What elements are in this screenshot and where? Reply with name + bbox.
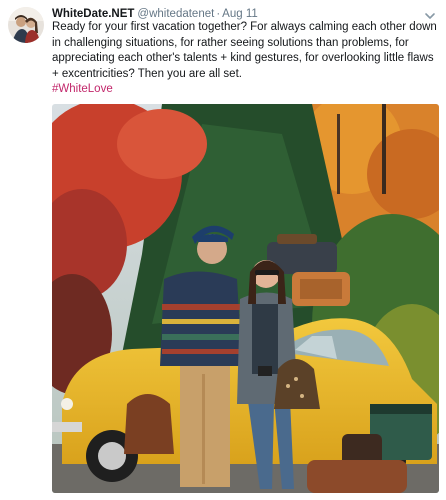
hashtag-link[interactable]: #WhiteLove	[52, 82, 440, 98]
user-handle[interactable]: @whitedatenet	[137, 8, 214, 20]
avatar[interactable]	[8, 7, 44, 43]
tweet: WhiteDate.NET @whitedatenet · Aug 11 Ready …	[0, 0, 446, 500]
separator-dot: ·	[216, 8, 221, 20]
chevron-down-icon[interactable]	[424, 8, 436, 19]
photo-couple-yellow-car	[52, 104, 439, 493]
tweet-text-block: Ready for your first vacation together? …	[52, 20, 440, 98]
timestamp[interactable]: Aug 11	[222, 8, 258, 20]
display-name[interactable]: WhiteDate.NET	[52, 8, 134, 20]
tweet-photo[interactable]	[52, 104, 439, 493]
tweet-text: Ready for your first vacation together? …	[52, 21, 437, 80]
